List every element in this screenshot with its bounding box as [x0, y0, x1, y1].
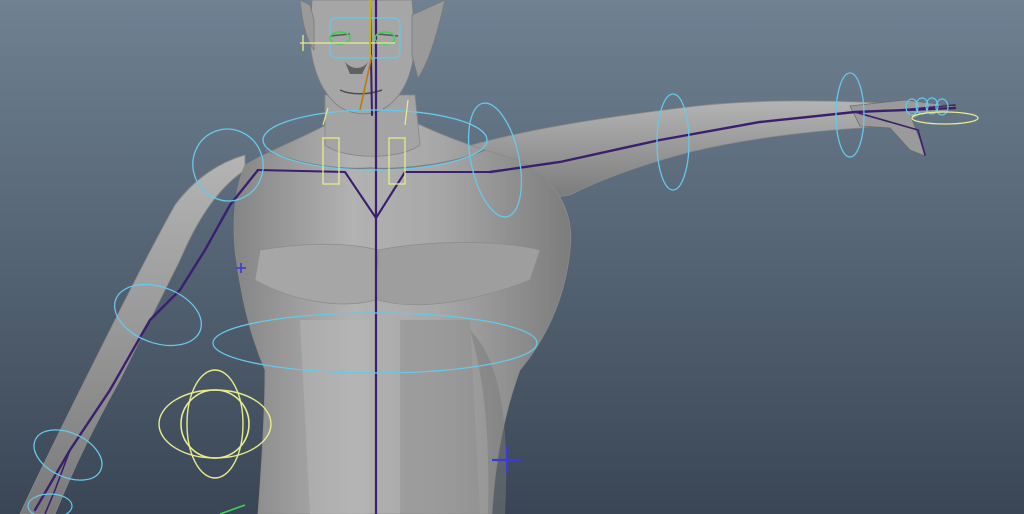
- viewport-canvas[interactable]: [0, 0, 1024, 514]
- mesh-abs-shade: [400, 320, 480, 514]
- mesh-abs-light: [300, 320, 370, 514]
- maya-viewport[interactable]: [0, 0, 1024, 514]
